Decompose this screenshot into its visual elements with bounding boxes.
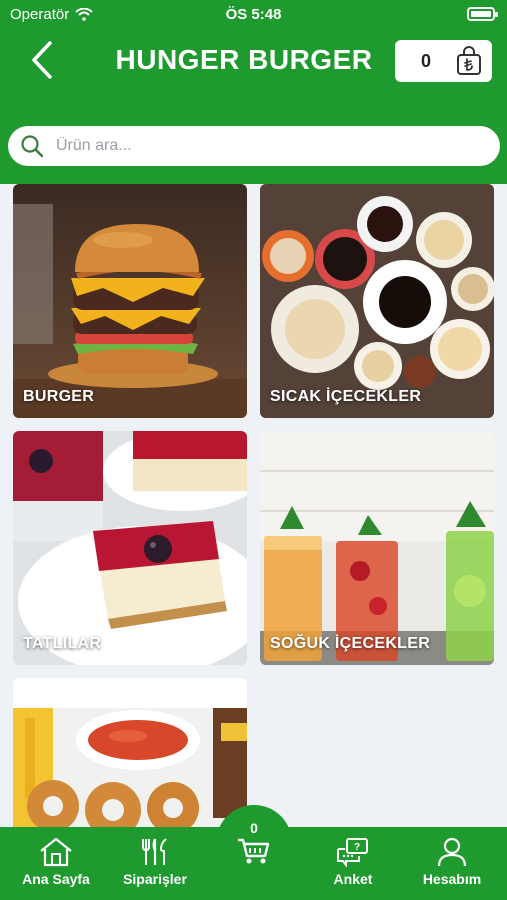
nav-orders-label: Siparişler: [123, 871, 187, 887]
category-tile-burger[interactable]: BURGER: [13, 184, 247, 418]
category-tile-snacks[interactable]: [13, 678, 247, 827]
user-icon: [437, 837, 467, 867]
burger-image: [13, 184, 247, 418]
hot-drinks-image: [260, 184, 494, 418]
search-icon: [21, 135, 44, 158]
app-header: Operatör ÖS 5:48 HUNGER BURGER 0: [0, 0, 507, 184]
shopping-cart-icon: [238, 838, 270, 864]
category-label: TATLILAR: [23, 635, 102, 652]
nav-account[interactable]: Hesabım: [407, 837, 497, 887]
nav-account-label: Hesabım: [422, 871, 482, 887]
nav-home[interactable]: Ana Sayfa: [11, 837, 101, 887]
nav-home-label: Ana Sayfa: [22, 871, 90, 887]
cold-drinks-image: [260, 431, 494, 665]
category-tile-hot-drinks[interactable]: SICAK İÇECEKLER: [260, 184, 494, 418]
page-title: HUNGER BURGER: [115, 44, 373, 75]
header-cart-count: 0: [421, 50, 432, 71]
category-tile-desserts[interactable]: TATLILAR: [13, 431, 247, 665]
nav-survey-label: Anket: [333, 871, 373, 887]
category-label: BURGER: [23, 388, 95, 405]
category-label: SICAK İÇECEKLER: [270, 388, 422, 405]
category-label: SOĞUK İÇECEKLER: [270, 635, 431, 652]
status-bar: Operatör ÖS 5:48: [0, 0, 507, 28]
nav-orders[interactable]: Siparişler: [110, 837, 200, 887]
status-time: ÖS 5:48: [225, 6, 282, 23]
chat-question-icon: ?: [337, 838, 368, 867]
svg-text:?: ?: [354, 842, 360, 853]
shopping-bag-lira-icon: [457, 46, 481, 75]
nav-survey[interactable]: ? Anket: [308, 837, 398, 887]
cutlery-icon: [142, 838, 167, 865]
snacks-image: [13, 678, 247, 827]
back-button[interactable]: [22, 38, 62, 82]
search-bar[interactable]: [8, 126, 500, 166]
battery-icon: [467, 7, 498, 21]
desserts-image: [13, 431, 247, 665]
home-icon: [40, 837, 72, 867]
center-cart-button[interactable]: 0: [219, 808, 289, 878]
chevron-left-icon: [32, 41, 52, 79]
search-input[interactable]: [56, 137, 456, 155]
center-cart-count: 0: [250, 820, 258, 836]
category-tile-cold-drinks[interactable]: SOĞUK İÇECEKLER: [260, 431, 494, 665]
header-cart-button[interactable]: 0: [395, 40, 492, 82]
